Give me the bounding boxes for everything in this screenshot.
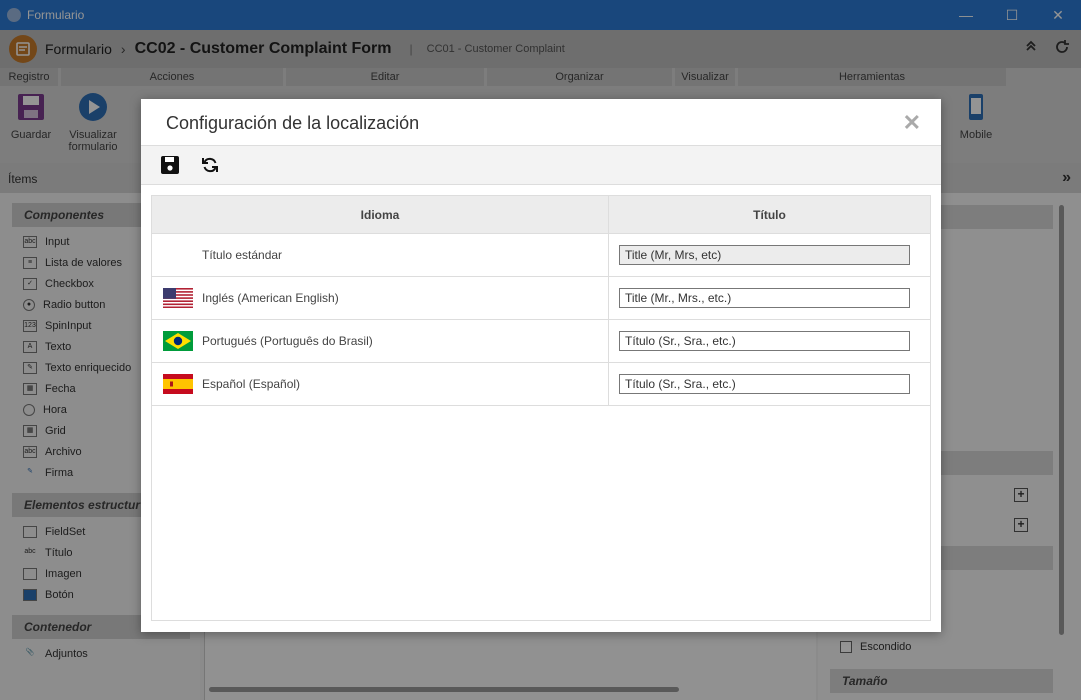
spanish-title-field[interactable] [619, 374, 910, 394]
table-row: Portugués (Português do Brasil) [152, 320, 930, 363]
language-label: Portugués (Português do Brasil) [202, 334, 373, 348]
english-title-field[interactable] [619, 288, 910, 308]
localization-table: Idioma Título Título estándar Inglés (Am… [151, 195, 931, 621]
language-cell: Español (Español) [152, 363, 609, 405]
title-cell [609, 363, 930, 405]
language-label: Título estándar [202, 248, 283, 262]
brazil-flag-icon [163, 331, 193, 351]
refresh-icon[interactable] [200, 155, 220, 175]
language-cell: Inglés (American English) [152, 277, 609, 319]
language-cell: Portugués (Português do Brasil) [152, 320, 609, 362]
table-header: Idioma Título [152, 196, 930, 234]
language-cell: Título estándar [152, 234, 609, 276]
dialog-toolbar [141, 145, 941, 185]
table-row: Título estándar [152, 234, 930, 277]
close-icon[interactable]: ✕ [903, 110, 921, 136]
title-cell [609, 277, 930, 319]
save-icon[interactable] [160, 155, 180, 175]
no-flag [163, 245, 193, 265]
portuguese-title-field[interactable] [619, 331, 910, 351]
us-flag-icon [163, 288, 193, 308]
column-header-language[interactable]: Idioma [152, 196, 609, 233]
table-row: Inglés (American English) [152, 277, 930, 320]
column-header-title[interactable]: Título [609, 196, 930, 233]
dialog-title: Configuración de la localización [166, 113, 420, 133]
title-cell [609, 234, 930, 276]
language-label: Inglés (American English) [202, 291, 339, 305]
spain-flag-icon [163, 374, 193, 394]
language-label: Español (Español) [202, 377, 301, 391]
dialog-header: Configuración de la localización ✕ [141, 99, 941, 145]
title-cell [609, 320, 930, 362]
localization-dialog: Configuración de la localización ✕ Idiom… [141, 99, 941, 632]
table-row: Español (Español) [152, 363, 930, 406]
default-title-field [619, 245, 910, 265]
